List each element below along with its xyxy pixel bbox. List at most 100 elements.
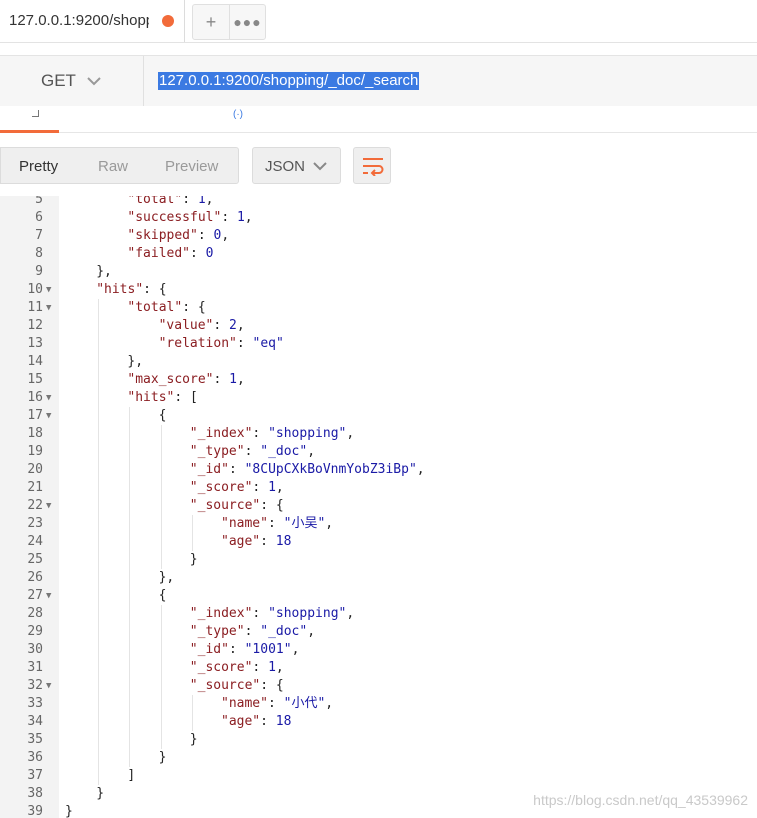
line-number: 29: [27, 624, 43, 639]
json-key: "_source": [189, 678, 261, 693]
code-line: 7 "skipped": 0,: [0, 227, 757, 245]
json-punct: }: [189, 552, 198, 567]
url-input[interactable]: 127.0.0.1:9200/shopping/_doc/_search: [158, 72, 420, 90]
line-number: 19: [27, 444, 43, 459]
preview-button[interactable]: Preview: [165, 158, 218, 175]
more-tabs-button[interactable]: ●●●: [229, 4, 266, 40]
json-punct: },: [158, 570, 175, 585]
fold-arrow-icon[interactable]: ▼: [46, 587, 51, 605]
json-punct: :: [252, 480, 269, 495]
json-punct: ,: [205, 196, 214, 207]
line-number: 35: [27, 732, 43, 747]
code-line: 17 ▼ {: [0, 407, 757, 425]
line-number: 12: [27, 318, 43, 333]
fold-arrow-icon[interactable]: ▼: [46, 389, 51, 407]
json-number: 1: [268, 660, 276, 675]
json-key: "total": [127, 300, 183, 315]
json-punct: ,: [416, 462, 425, 477]
json-punct: :: [244, 444, 261, 459]
code-text: "successful": 1,: [127, 209, 252, 227]
method-dropdown[interactable]: GET: [0, 56, 144, 106]
json-punct: ,: [346, 426, 355, 441]
code-text: }: [190, 551, 198, 569]
json-punct: :: [190, 246, 206, 261]
code-text: }: [65, 803, 73, 818]
view-mode-switcher: Pretty Raw Preview: [0, 147, 239, 184]
line-number: 38: [27, 786, 43, 801]
json-string: "shopping": [268, 426, 347, 441]
json-punct: :: [213, 318, 230, 333]
json-punct: : [: [174, 390, 198, 405]
code-text: "skipped": 0,: [127, 227, 229, 245]
json-number: 1: [229, 372, 237, 387]
json-punct: },: [96, 264, 112, 279]
code-line: 35}: [0, 731, 757, 749]
json-punct: : {: [260, 678, 284, 693]
line-number: 7: [35, 228, 43, 243]
fold-arrow-icon[interactable]: ▼: [46, 497, 51, 515]
code-line: 19 "_type": "_doc",: [0, 443, 757, 461]
fold-arrow-icon[interactable]: ▼: [46, 281, 51, 299]
json-punct: {: [158, 588, 167, 603]
json-punct: : {: [143, 282, 167, 297]
json-key: "relation": [158, 336, 237, 351]
indent-guide: [191, 695, 193, 731]
code-line: 23 "name": "小吴",: [0, 515, 757, 533]
json-key: "_score": [189, 480, 253, 495]
line-number: 27: [27, 588, 43, 603]
line-number: 8: [35, 246, 43, 261]
json-punct: ,: [307, 624, 316, 639]
code-line: 14},: [0, 353, 757, 371]
code-line: 33 "name": "小代",: [0, 695, 757, 713]
pretty-button[interactable]: Pretty: [19, 158, 58, 175]
json-punct: }: [189, 732, 198, 747]
code-text: },: [159, 569, 175, 587]
code-line: 9},: [0, 263, 757, 281]
code-text: }: [96, 785, 104, 803]
request-tab[interactable]: 127.0.0.1:9200/shopping/_doc/_search: [0, 0, 185, 42]
line-number: 16: [27, 390, 43, 405]
code-text: "age": 18: [221, 713, 291, 731]
fold-arrow-icon[interactable]: ▼: [46, 299, 51, 317]
indent-guide: [98, 299, 100, 785]
json-punct: : {: [260, 498, 284, 513]
code-text: ]: [127, 767, 135, 785]
json-punct: }: [96, 786, 105, 801]
code-line: 32 ▼ "_source": {: [0, 677, 757, 695]
json-punct: ,: [236, 318, 245, 333]
line-number: 14: [27, 354, 43, 369]
chevron-down-icon: [87, 77, 101, 86]
response-body-viewer[interactable]: 5 "total": 1, 6 "successful": 1, 7 "skipped":…: [0, 196, 757, 818]
line-number: 13: [27, 336, 43, 351]
json-punct: :: [260, 714, 276, 729]
json-punct: :: [197, 228, 214, 243]
json-key: "successful": [127, 210, 222, 225]
json-punct: ,: [346, 606, 355, 621]
format-dropdown[interactable]: JSON: [252, 147, 341, 184]
indent-guide: [160, 605, 162, 749]
code-line: 20 "_id": "8CUpCXkBoVnmYobZ3iBp",: [0, 461, 757, 479]
json-string: "_doc": [260, 624, 308, 639]
response-toolbar: Pretty Raw Preview JSON: [0, 133, 757, 196]
json-number: 0: [205, 246, 214, 261]
fold-arrow-icon[interactable]: ▼: [46, 407, 51, 425]
json-key: "hits": [127, 390, 175, 405]
indent-guide: [160, 425, 162, 569]
raw-button[interactable]: Raw: [98, 158, 128, 175]
code-text: "name": "小代",: [221, 695, 333, 713]
code-text: }: [159, 749, 167, 767]
wrap-lines-button[interactable]: [353, 147, 391, 184]
json-string: "shopping": [268, 606, 347, 621]
json-number: 1: [236, 210, 245, 225]
code-line: 13 "relation": "eq": [0, 335, 757, 353]
json-punct: ,: [236, 372, 245, 387]
new-tab-button[interactable]: +: [192, 4, 230, 40]
json-punct: :: [267, 696, 284, 711]
json-punct: ,: [291, 642, 300, 657]
indent-guide: [191, 515, 193, 551]
json-key: "skipped": [127, 228, 198, 243]
fold-arrow-icon[interactable]: ▼: [46, 677, 51, 695]
code-line: 15 "max_score": 1,: [0, 371, 757, 389]
json-punct: ,: [221, 228, 230, 243]
line-number: 15: [27, 372, 43, 387]
